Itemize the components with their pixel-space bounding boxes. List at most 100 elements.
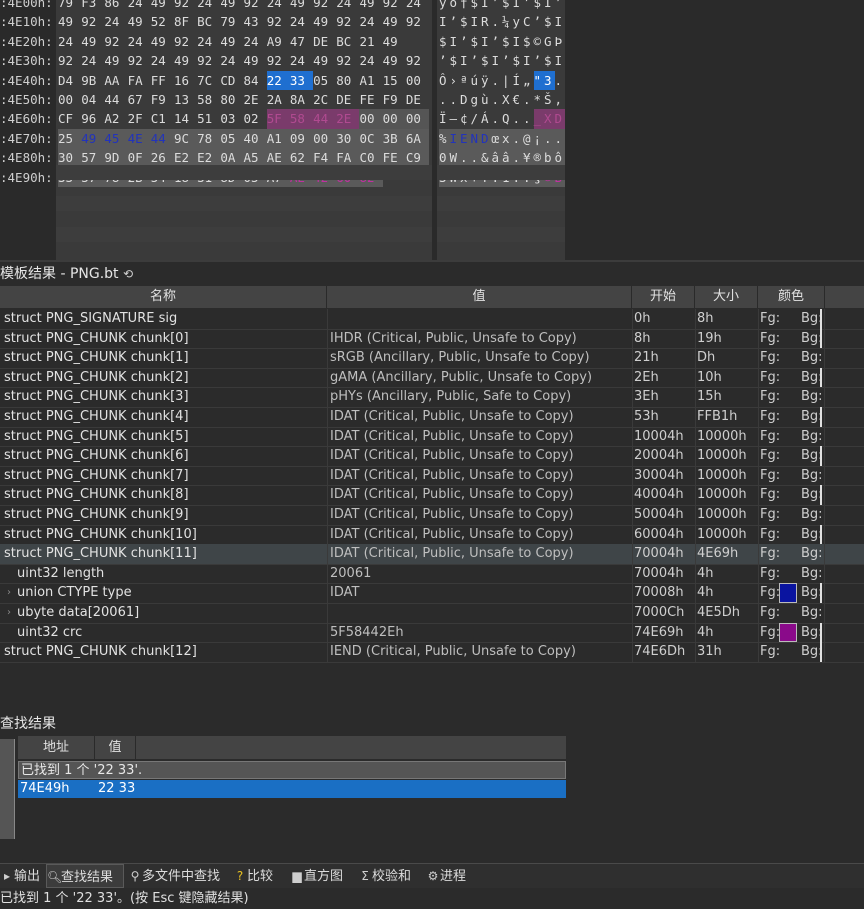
ascii-char[interactable]: . [544,128,555,149]
hex-byte[interactable]: 00 [359,109,383,129]
hex-byte[interactable]: 0C [359,128,383,149]
hex-ascii[interactable]: %IENDœx.@¡..0.;j [439,128,565,149]
hex-byte[interactable]: DE [406,90,429,109]
hex-byte[interactable]: A9 [267,32,290,51]
hex-byte[interactable]: 02 [244,109,267,128]
hex-byte[interactable]: 9C [173,128,198,149]
hex-byte[interactable]: 49 [220,32,243,51]
hex-ascii[interactable]: ..Dgù.X€.*Š,ÞþùÞ [439,90,565,109]
hex-byte[interactable]: 79 [220,12,243,31]
ascii-char[interactable]: * [534,90,545,109]
hex-bytes[interactable]: 79 F3 86 24 49 92 24 49 92 24 49 92 24 49 92 24 [58,0,432,12]
table-row[interactable]: ubyte data[20061] 7000Ch 4E5Dh › Fg: Bg: [0,603,864,624]
hex-byte[interactable]: 00 [313,128,337,149]
ascii-char[interactable]: Þ [555,32,566,51]
hex-byte[interactable]: 44 [313,109,337,129]
ascii-char[interactable]: $ [481,51,492,70]
ascii-char[interactable]: Ô [439,71,450,90]
hex-byte[interactable]: 24 [151,51,174,70]
ascii-char[interactable]: X [502,90,513,109]
ascii-char[interactable]: $ [460,12,471,31]
hex-byte[interactable]: 92 [58,51,81,70]
hex-byte[interactable]: 58 [197,90,220,109]
ascii-char[interactable]: ’ [555,0,566,12]
tab-output[interactable]: ▸ 输出 [0,864,44,888]
ascii-char[interactable]: ’ [460,32,471,51]
ascii-char[interactable]: G [544,32,555,51]
hex-byte[interactable]: 49 [290,0,313,12]
hex-byte[interactable]: BC [197,12,220,31]
hex-byte[interactable]: 24 [244,32,267,51]
hex-byte[interactable]: 8F [174,12,197,31]
tab-multi-file-search[interactable]: ⚲ 多文件中查找 [128,864,228,888]
ascii-char[interactable]: " [533,70,544,90]
ascii-char[interactable]: ¢ [460,109,471,128]
hex-byte[interactable]: 92 [267,51,290,70]
column-header-value[interactable]: 值 [327,286,632,308]
fg-color-label[interactable]: Fg: [760,309,800,329]
hex-byte[interactable]: 43 [244,12,267,31]
hex-byte[interactable]: 49 [81,32,104,51]
hex-byte[interactable]: 30 [336,128,360,149]
hex-byte[interactable]: 00 [406,71,429,90]
tab-checksum[interactable]: Σ 校验和 [358,864,420,888]
ascii-char[interactable]: ’ [534,12,545,31]
hex-bytes[interactable]: 49 92 24 49 52 8F BC 79 43 92 24 49 92 24 49 92 [58,12,432,31]
hex-byte[interactable]: 24 [104,12,127,31]
ascii-char[interactable]: D [460,90,471,109]
expand-arrow-icon[interactable]: › [7,603,11,623]
bg-color-label[interactable]: Bg: [801,505,841,525]
hex-byte[interactable]: 44 [150,128,174,149]
refresh-icon[interactable]: ⟲ [123,267,133,281]
ascii-char[interactable]: Q [502,109,513,128]
table-row[interactable]: uint32 length 20061 70004h 4h Fg: Bg: [0,564,864,585]
ascii-char[interactable]: . [450,90,461,109]
tab-histogram[interactable]: ▆ 直方图 [290,864,352,888]
ascii-char[interactable]: $ [471,32,482,51]
hex-byte[interactable]: CD [220,71,243,90]
ascii-char[interactable]: I [481,32,492,51]
ascii-char[interactable]: | [502,71,513,90]
hex-byte[interactable]: 33 [289,70,314,90]
hex-byte[interactable]: 49 [174,51,197,70]
hex-byte[interactable]: AA [104,71,127,90]
table-row[interactable]: struct PNG_CHUNK chunk[3] pHYs (Ancillary… [0,387,864,408]
hex-byte[interactable]: 24 [336,0,359,12]
ascii-char[interactable]: $ [502,32,513,51]
bg-color-label[interactable]: Bg: [801,603,841,623]
hex-byte[interactable]: 49 [313,12,336,31]
hex-byte[interactable]: A1 [266,128,290,149]
hex-byte[interactable]: 79 [58,0,81,12]
hex-byte[interactable]: 03 [220,109,243,128]
fg-color-label[interactable]: Fg: [760,407,800,427]
hex-bytes[interactable]: 24 49 92 24 49 92 24 49 24 A9 47 DE BC 21 49 [58,32,432,51]
ascii-char[interactable]: † [460,0,471,12]
hex-byte[interactable]: FA [128,71,151,90]
ascii-char[interactable]: C [523,12,534,31]
hex-byte[interactable]: 80 [220,90,243,109]
hex-byte[interactable]: 92 [174,0,197,12]
hex-byte[interactable]: 24 [359,51,382,70]
ascii-char[interactable]: I [460,51,471,70]
ascii-char[interactable]: N [470,128,481,149]
column-header-find-value[interactable]: 值 [95,736,136,759]
fg-color-label[interactable]: Fg: [760,603,800,623]
ascii-char[interactable]: ’ [534,51,545,70]
ascii-char[interactable]: D [481,128,492,149]
hex-byte[interactable]: 7C [197,71,220,90]
ascii-char[interactable]: _ [533,109,544,129]
bg-color-label[interactable]: Bg: [801,564,841,584]
hex-bytes[interactable]: 92 24 49 92 24 49 92 24 49 92 24 49 92 24 49 92 [58,51,432,70]
hex-byte[interactable]: 24 [290,51,313,70]
hex-ascii[interactable]: ’$I’$I’$I’$I’$I’ [439,51,565,70]
ascii-char[interactable]: $ [450,51,461,70]
fg-color-label[interactable]: Fg: [760,485,800,505]
hex-byte[interactable]: A2 [104,109,127,128]
hex-ascii[interactable]: Ï–¢/Á.Q.._XD.... [439,109,565,129]
hex-byte[interactable]: 40 [243,128,267,149]
ascii-char[interactable]: ¼ [502,12,513,31]
hex-byte[interactable]: 92 [244,0,267,12]
fg-color-label[interactable]: Fg: [760,427,800,447]
hex-byte[interactable]: 24 [267,0,290,12]
ascii-char[interactable]: g [471,90,482,109]
